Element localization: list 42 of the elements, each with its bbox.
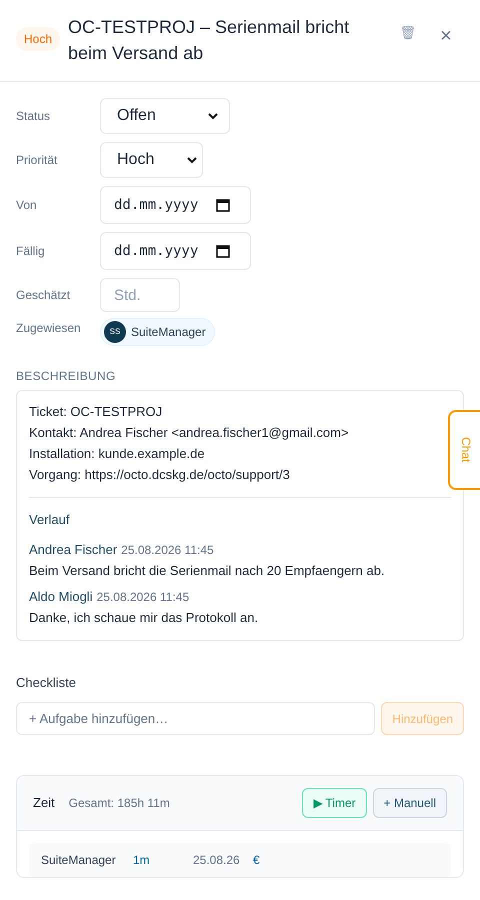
history-title: Verlauf bbox=[29, 511, 70, 529]
section-heading: BESCHREIBUNG bbox=[16, 368, 117, 384]
description-line: Vorgang: https://octo.dcskg.de/octo/support/3 bbox=[29, 466, 291, 484]
field-label: Von bbox=[16, 197, 38, 213]
avatar-initials: SS bbox=[104, 321, 126, 343]
comment-text: Danke, ich schaue mir das Protokoll an. bbox=[29, 608, 260, 626]
section-title: Zeit bbox=[33, 794, 55, 812]
date-field[interactable]: dd.mm.yyyy bbox=[100, 186, 251, 224]
comment-text: Beim Versand bricht die Serienmail nach 20 Empfaengern ab. bbox=[29, 562, 386, 580]
assignee-chip[interactable]: SS SuiteManager bbox=[100, 318, 215, 346]
description-line: Installation: kunde.example.de bbox=[29, 445, 206, 463]
field-label: Status bbox=[16, 108, 52, 124]
entry-duration: 1m bbox=[133, 852, 151, 868]
assignee-name: SuiteManager bbox=[131, 324, 206, 340]
billing-icon: € bbox=[253, 852, 260, 868]
description-line: Kontakt: Andrea Fischer <andrea.fischer1@gmail.com> bbox=[29, 424, 350, 442]
field-label: Priorität bbox=[16, 152, 58, 168]
priority-badge: Hoch bbox=[16, 27, 60, 51]
comment-author: Andrea Fischer bbox=[29, 540, 118, 558]
date-field[interactable]: dd.mm.yyyy bbox=[100, 232, 251, 270]
time-entry-row[interactable]: SuiteManager 1m 25.08.26 € bbox=[29, 843, 451, 877]
task-input-field[interactable]: + Aufgabe hinzufügen… bbox=[16, 702, 376, 735]
comment-time: 25.08.2026 11:45 bbox=[96, 588, 190, 606]
close-button[interactable]: × bbox=[434, 24, 458, 48]
timer-button[interactable]: ▶ Timer bbox=[302, 788, 367, 818]
manual-entry-button[interactable]: + Manuell bbox=[372, 788, 447, 818]
field-label: Geschätzt bbox=[16, 287, 72, 303]
section-title: Checkliste bbox=[16, 674, 77, 692]
calendar-icon bbox=[216, 244, 230, 258]
dropdown[interactable]: Offen bbox=[100, 98, 230, 134]
comment-time: 25.08.2026 11:45 bbox=[121, 542, 214, 558]
hours-field[interactable]: Std. bbox=[100, 278, 180, 312]
calendar-icon bbox=[216, 198, 230, 212]
field-label: Zugewiesen bbox=[16, 320, 82, 336]
entry-user: SuiteManager bbox=[41, 852, 117, 868]
field-label: Fällig bbox=[16, 243, 46, 259]
dropdown[interactable]: Hoch bbox=[100, 142, 203, 178]
description-line: Ticket: OC-TESTPROJ bbox=[29, 403, 164, 421]
entry-date: 25.08.26 bbox=[193, 852, 241, 868]
total-time: Gesamt: 185h 11m bbox=[68, 795, 170, 811]
ticket-title: OC-TESTPROJ – Serienmail bricht beim Versand ab bbox=[68, 16, 350, 65]
comment-author: Aldo Miogli bbox=[29, 588, 93, 606]
